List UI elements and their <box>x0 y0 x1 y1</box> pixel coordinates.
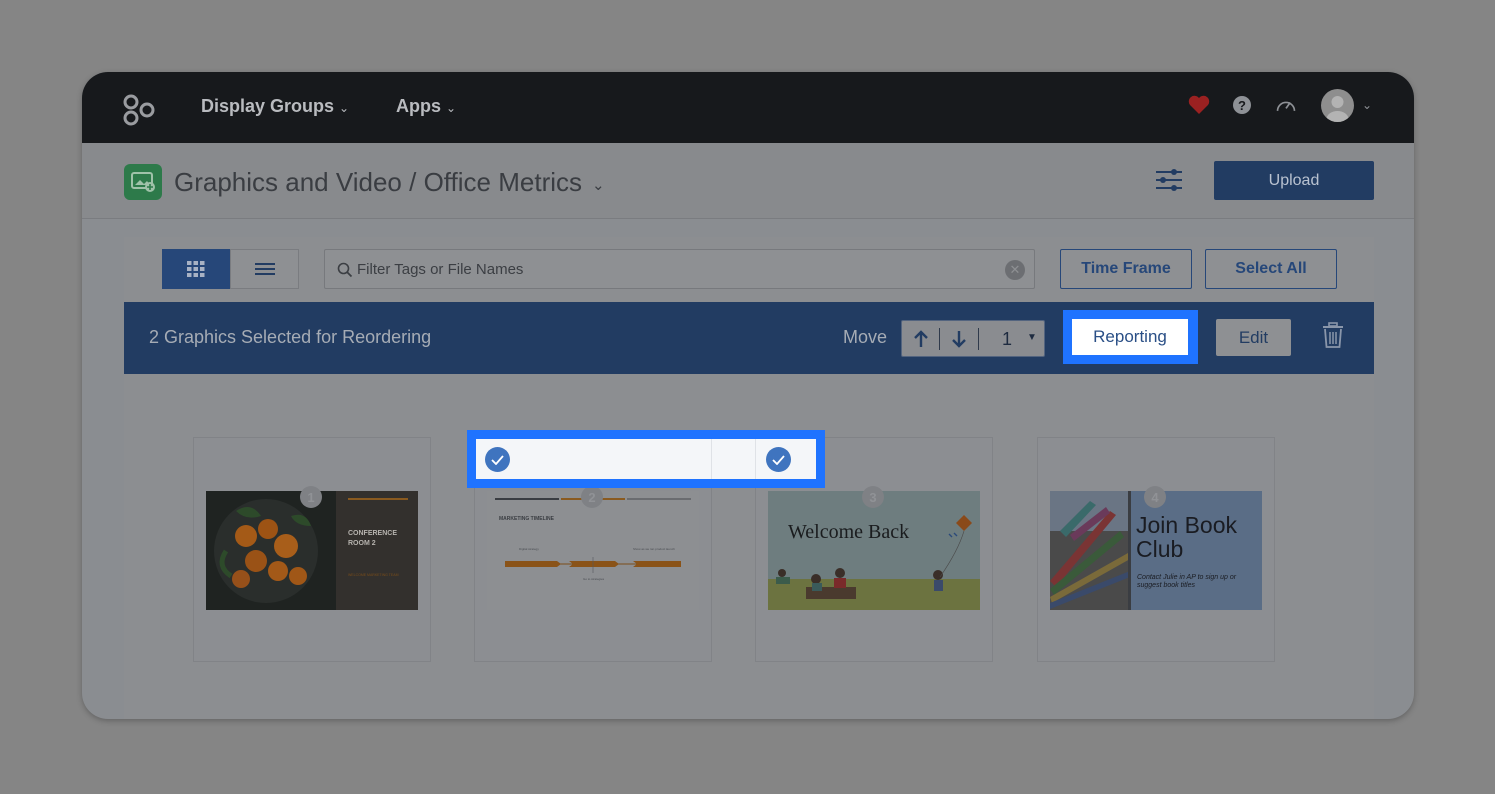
card-1-subtitle: WELCOME MARKETING TEAM <box>348 573 399 577</box>
grid-view-button[interactable] <box>162 249 230 289</box>
time-frame-button[interactable]: Time Frame <box>1060 249 1192 289</box>
card-position-number: 4 <box>1144 486 1166 508</box>
card-2-label-left: Digital strategy <box>519 547 539 551</box>
top-nav: Display Groups ⌄ Apps ⌄ ? ⌄ <box>82 72 1414 143</box>
arrow-up-icon <box>913 329 928 347</box>
card-position-number: 3 <box>862 486 884 508</box>
nav-display-groups[interactable]: Display Groups ⌄ <box>201 96 349 117</box>
help-icon[interactable]: ? <box>1231 94 1253 116</box>
app-logo-icon[interactable] <box>122 93 156 127</box>
search-icon <box>337 262 353 278</box>
graphics-section-icon <box>124 164 162 200</box>
graphic-card[interactable]: Join Book Club Contact Julie in AP to si… <box>1037 437 1275 662</box>
card-2-label-right: Show as we ran product launch <box>633 547 675 551</box>
move-down-button[interactable] <box>940 321 977 356</box>
arrow-down-icon <box>951 330 966 348</box>
move-divider <box>978 328 979 350</box>
graphic-thumbnail: MARKETING TIMELINE Digital strategy Show… <box>487 491 699 610</box>
card-2-label-bottom: Go to strategies <box>583 577 605 581</box>
app-window: Display Groups ⌄ Apps ⌄ ? ⌄ Graphics and… <box>82 72 1414 719</box>
selection-count-text: 2 Graphics Selected for Reordering <box>149 327 432 347</box>
edit-button[interactable]: Edit <box>1216 319 1291 356</box>
checkbox-checked-icon[interactable] <box>766 447 791 472</box>
strip-divider <box>711 439 712 479</box>
chevron-down-icon[interactable]: ⌄ <box>1362 98 1372 112</box>
card-position-number: 1 <box>300 486 322 508</box>
graphic-thumbnail: CONFERENCE ROOM 2 WELCOME MARKETING TEAM <box>206 491 418 610</box>
clear-search-icon[interactable]: ✕ <box>1005 260 1025 280</box>
nav-apps[interactable]: Apps ⌄ <box>396 96 456 117</box>
card-3-title: Welcome Back <box>788 521 910 543</box>
heart-icon[interactable] <box>1188 94 1210 116</box>
select-all-button[interactable]: Select All <box>1205 249 1337 289</box>
graphic-thumbnail: Join Book Club Contact Julie in AP to si… <box>1050 491 1262 610</box>
card-1-title: CONFERENCE ROOM 2 <box>348 530 398 547</box>
nav-apps-label: Apps <box>396 96 441 116</box>
toolbar: ✕ Time Frame Select All <box>124 237 1374 302</box>
move-up-button[interactable] <box>902 321 939 356</box>
card-2-title: MARKETING TIMELINE <box>499 516 554 522</box>
chevron-down-icon: ⌄ <box>446 100 457 115</box>
graphic-thumbnail: Welcome Back <box>768 491 980 610</box>
graphic-card[interactable]: CONFERENCE ROOM 2 WELCOME MARKETING TEAM <box>193 437 431 662</box>
page-header: Graphics and Video / Office Metrics ⌄ Up… <box>82 143 1414 219</box>
move-label: Move <box>843 327 888 347</box>
chevron-down-icon: ⌄ <box>339 100 350 115</box>
reporting-button[interactable]: Reporting <box>1072 319 1188 355</box>
position-select[interactable]: 1 <box>1002 329 1012 350</box>
grid-icon <box>187 261 205 277</box>
move-control: 1 ▼ <box>901 320 1045 357</box>
caret-down-icon[interactable]: ▼ <box>1027 332 1037 343</box>
selection-bar: 2 Graphics Selected for Reordering Move … <box>124 302 1374 374</box>
checkbox-checked-icon[interactable] <box>485 447 510 472</box>
page-title[interactable]: Graphics and Video / Office Metrics ⌄ <box>174 167 605 198</box>
svg-text:?: ? <box>1238 98 1246 113</box>
search-box: ✕ <box>324 249 1035 289</box>
nav-display-groups-label: Display Groups <box>201 96 335 116</box>
strip-divider <box>755 439 756 479</box>
dashboard-gauge-icon[interactable] <box>1275 94 1297 116</box>
user-avatar[interactable] <box>1321 89 1354 122</box>
trash-icon[interactable] <box>1322 322 1344 348</box>
list-icon <box>254 263 275 275</box>
chevron-down-icon: ⌄ <box>592 176 605 194</box>
upload-button[interactable]: Upload <box>1214 161 1374 200</box>
settings-sliders-icon[interactable] <box>1154 166 1184 194</box>
list-view-button[interactable] <box>230 249 299 289</box>
card-4-subtitle: Contact Julie in AP to sign up or sugges… <box>1137 574 1237 589</box>
card-4-title: Join Book Club <box>1136 512 1238 562</box>
card-position-number: 2 <box>581 486 603 508</box>
page-title-text: Graphics and Video / Office Metrics <box>174 167 583 197</box>
search-input[interactable] <box>357 250 997 288</box>
selection-checkbox-strip <box>476 439 816 479</box>
